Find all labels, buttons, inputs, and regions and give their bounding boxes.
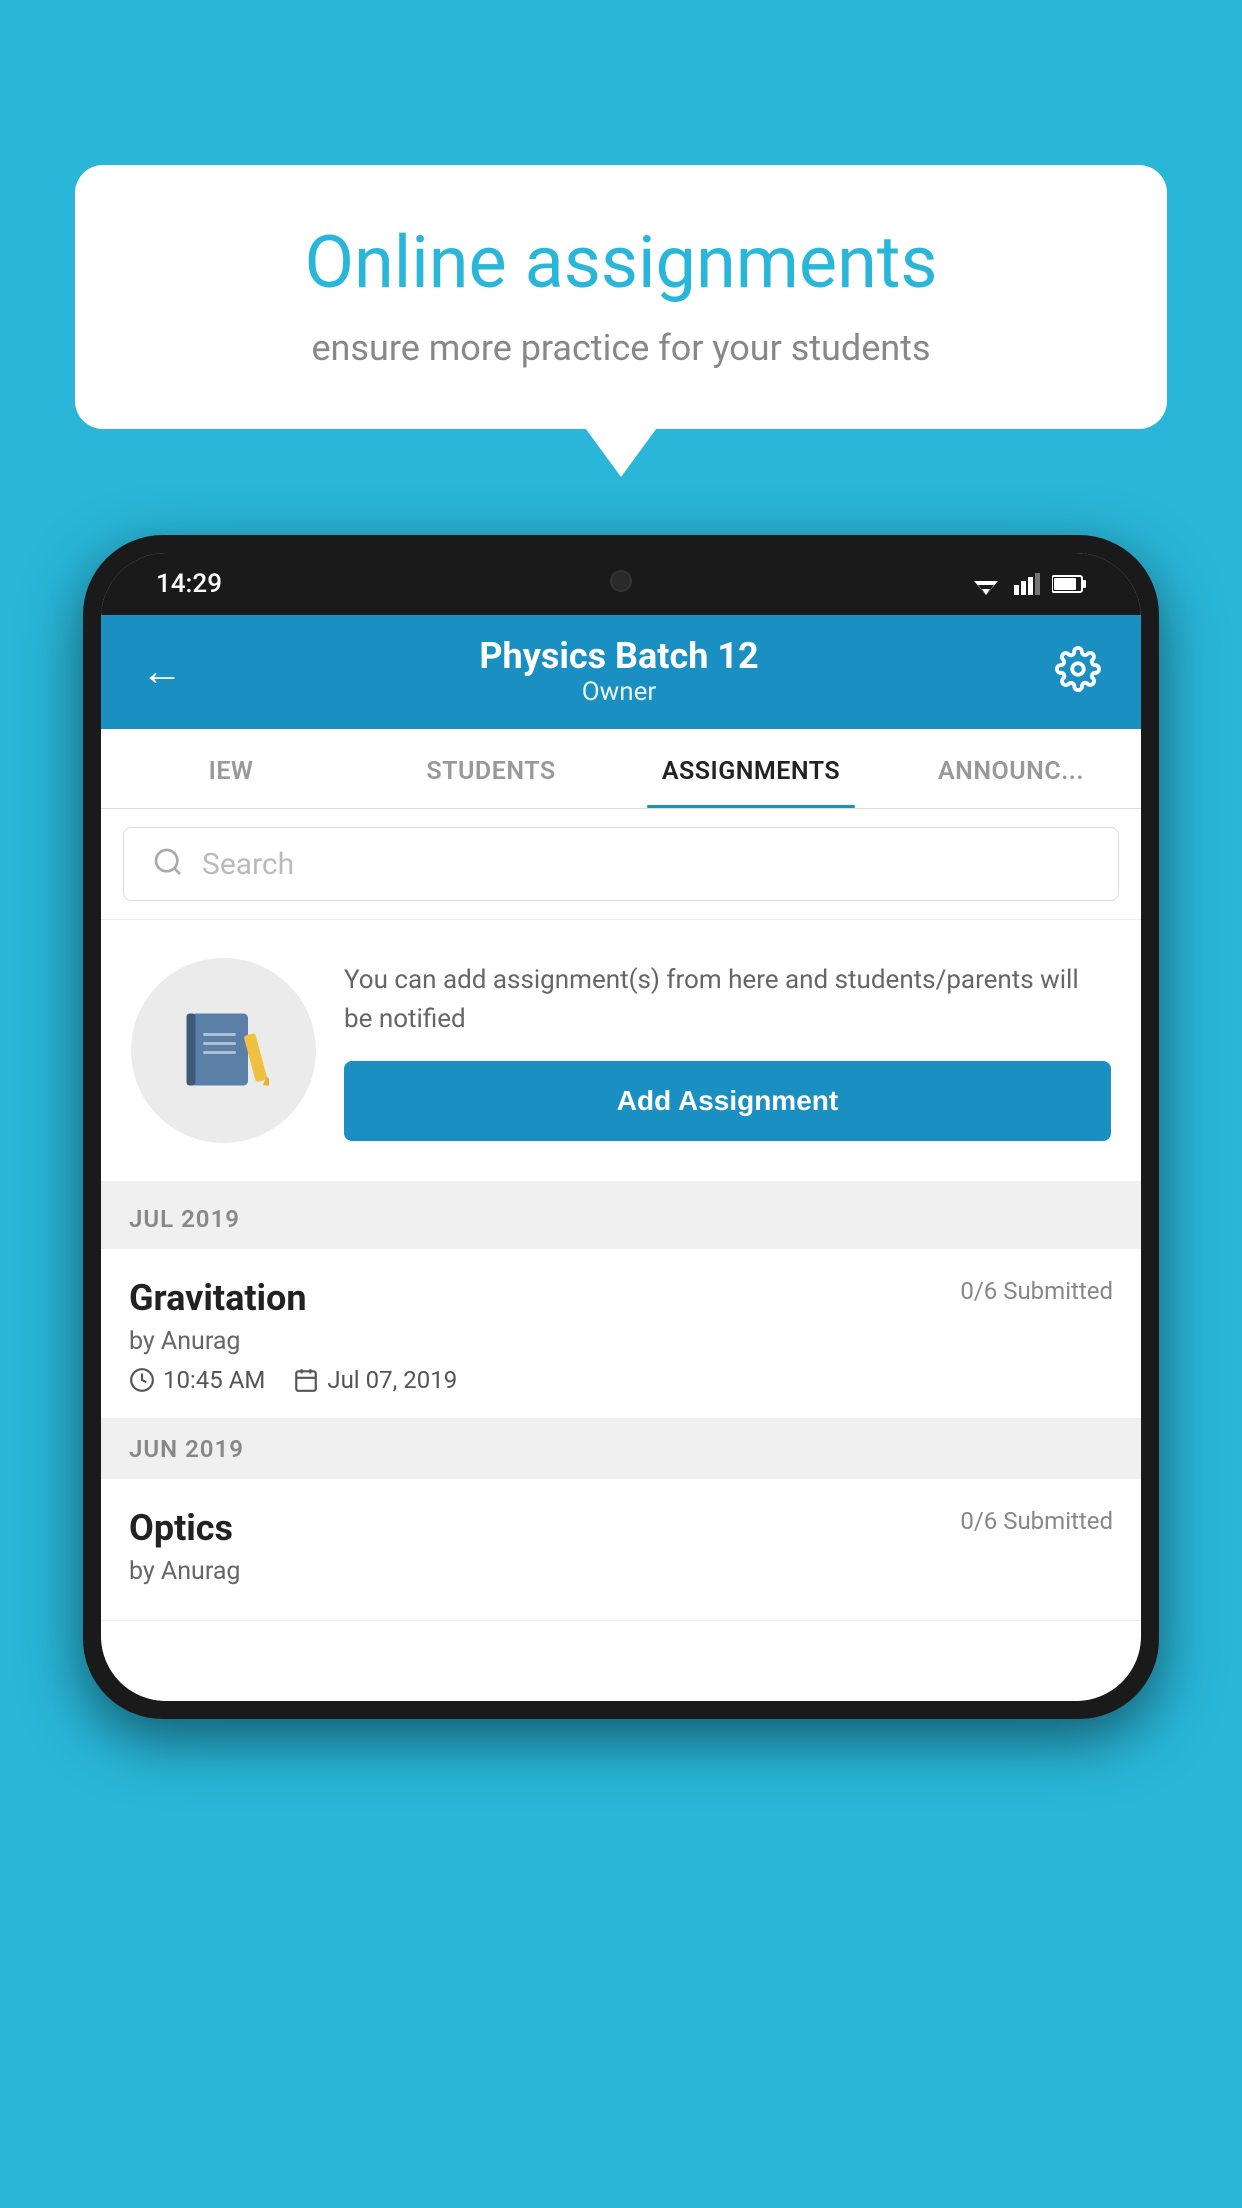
search-icon xyxy=(152,846,184,882)
clock-icon xyxy=(129,1367,155,1393)
assignment-item-optics[interactable]: Optics 0/6 Submitted by Anurag xyxy=(101,1479,1141,1621)
page-subtitle: Owner xyxy=(479,677,758,707)
month-separator-jun: JUN 2019 xyxy=(101,1419,1141,1479)
tabs-row: IEW STUDENTS ASSIGNMENTS ANNOUNC... xyxy=(101,729,1141,809)
notebook-icon-circle xyxy=(131,958,316,1143)
back-button[interactable]: ← xyxy=(141,647,183,696)
page-title: Physics Batch 12 xyxy=(479,635,758,677)
month-label-jul: JUL 2019 xyxy=(129,1205,240,1233)
tab-assignments[interactable]: ASSIGNMENTS xyxy=(621,729,881,808)
meta-time: 10:45 AM xyxy=(129,1366,265,1394)
signal-icon xyxy=(1014,573,1040,595)
app-header: ← Physics Batch 12 Owner xyxy=(101,615,1141,729)
calendar-icon xyxy=(293,1367,319,1393)
meta-date: Jul 07, 2019 xyxy=(293,1366,457,1394)
assignment-name: Gravitation xyxy=(129,1277,307,1319)
battery-icon xyxy=(1052,574,1086,594)
screen-bottom xyxy=(101,1621,1141,1701)
phone-screen: 14:29 xyxy=(101,553,1141,1701)
phone-notch xyxy=(521,553,721,608)
month-separator-jul: JUL 2019 xyxy=(101,1189,1141,1249)
search-bar[interactable]: Search xyxy=(123,827,1119,901)
assignment-top-row-optics: Optics 0/6 Submitted xyxy=(129,1507,1113,1549)
wifi-icon xyxy=(970,573,1002,595)
assignment-date: Jul 07, 2019 xyxy=(327,1366,457,1394)
status-icons xyxy=(970,573,1086,595)
month-label-jun: JUN 2019 xyxy=(129,1435,244,1463)
assignment-by: by Anurag xyxy=(129,1327,1113,1356)
tab-announcements[interactable]: ANNOUNC... xyxy=(881,729,1141,808)
speech-bubble-container: Online assignments ensure more practice … xyxy=(75,165,1167,429)
bubble-subtitle: ensure more practice for your students xyxy=(140,327,1102,369)
assignment-name-optics: Optics xyxy=(129,1507,233,1549)
assignment-top-row: Gravitation 0/6 Submitted xyxy=(129,1277,1113,1319)
tab-iew[interactable]: IEW xyxy=(101,729,361,808)
assignment-meta: 10:45 AM Jul 07, 2019 xyxy=(129,1366,1113,1394)
settings-button[interactable] xyxy=(1055,646,1101,696)
assignment-submitted: 0/6 Submitted xyxy=(960,1277,1113,1305)
phone-inner-frame: 14:29 xyxy=(101,553,1141,1701)
tab-students[interactable]: STUDENTS xyxy=(361,729,621,808)
add-assignment-desc: You can add assignment(s) from here and … xyxy=(344,961,1111,1039)
notebook-icon xyxy=(179,1006,269,1096)
camera-dot xyxy=(610,570,632,592)
phone-device: 14:29 xyxy=(83,535,1159,1719)
bubble-title: Online assignments xyxy=(140,220,1102,305)
assignment-submitted-optics: 0/6 Submitted xyxy=(960,1507,1113,1535)
header-center: Physics Batch 12 Owner xyxy=(479,635,758,707)
search-container: Search xyxy=(101,809,1141,920)
gear-icon xyxy=(1055,646,1101,692)
status-time: 14:29 xyxy=(156,569,222,599)
add-assignment-button[interactable]: Add Assignment xyxy=(344,1061,1111,1141)
add-assignment-right: You can add assignment(s) from here and … xyxy=(344,961,1111,1141)
add-assignment-section: You can add assignment(s) from here and … xyxy=(101,920,1141,1189)
phone-outer-frame: 14:29 xyxy=(83,535,1159,1719)
assignment-item-gravitation[interactable]: Gravitation 0/6 Submitted by Anurag 10:4… xyxy=(101,1249,1141,1419)
status-bar: 14:29 xyxy=(101,553,1141,615)
assignment-time: 10:45 AM xyxy=(163,1366,265,1394)
search-placeholder: Search xyxy=(202,847,294,882)
assignment-by-optics: by Anurag xyxy=(129,1557,1113,1586)
speech-bubble: Online assignments ensure more practice … xyxy=(75,165,1167,429)
